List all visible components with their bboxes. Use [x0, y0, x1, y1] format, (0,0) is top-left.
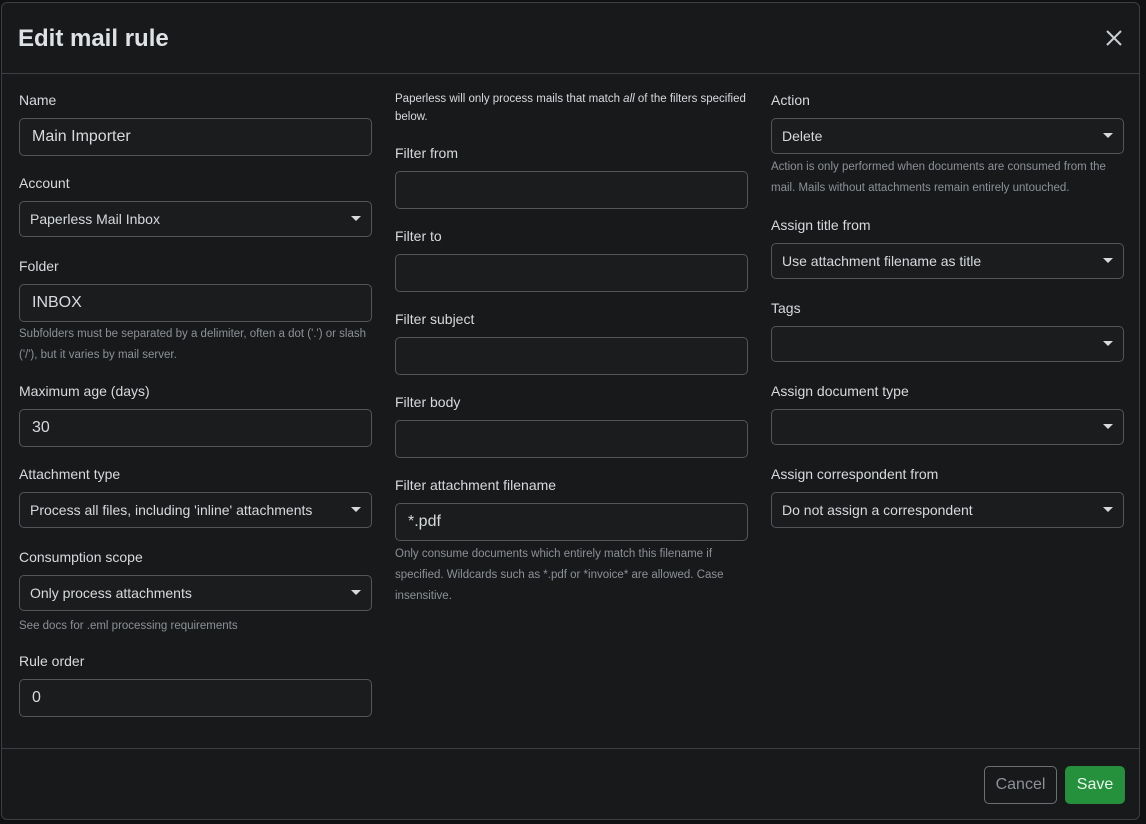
- maximum-age-input[interactable]: 30: [19, 409, 372, 447]
- folder-input[interactable]: INBOX: [19, 284, 372, 322]
- assign-document-type-label: Assign document type: [771, 383, 909, 399]
- chevron-down-icon: [351, 507, 361, 512]
- filter-subject-input[interactable]: [395, 337, 748, 375]
- edit-mail-rule-dialog: Edit mail rule Name Main Importer Accoun…: [1, 2, 1140, 820]
- account-select-value: Paperless Mail Inbox: [30, 211, 160, 227]
- filter-from-input[interactable]: [395, 171, 748, 209]
- chevron-down-icon: [1103, 258, 1113, 263]
- rule-order-input[interactable]: 0: [19, 679, 372, 717]
- modal-footer: Cancel Save: [2, 748, 1139, 819]
- assign-correspondent-from-label: Assign correspondent from: [771, 466, 939, 482]
- assign-document-type-select[interactable]: [771, 409, 1124, 445]
- filter-body-input[interactable]: [395, 420, 748, 458]
- filter-to-label: Filter to: [395, 228, 442, 244]
- filters-intro-emphasis: all: [623, 93, 635, 105]
- maximum-age-label: Maximum age (days): [19, 383, 150, 399]
- account-select[interactable]: Paperless Mail Inbox: [19, 201, 372, 237]
- rule-order-label: Rule order: [19, 653, 85, 669]
- filter-attachment-filename-input[interactable]: *.pdf: [395, 503, 748, 541]
- assign-title-from-select[interactable]: Use attachment filename as title: [771, 243, 1124, 279]
- chevron-down-icon: [351, 590, 361, 595]
- chevron-down-icon: [1103, 507, 1113, 512]
- consumption-scope-select-value: Only process attachments: [30, 585, 192, 601]
- assign-correspondent-from-select-value: Do not assign a correspondent: [782, 502, 973, 518]
- chevron-down-icon: [1103, 133, 1113, 138]
- folder-label: Folder: [19, 258, 59, 274]
- cancel-button[interactable]: Cancel: [984, 766, 1057, 804]
- attachment-type-label: Attachment type: [19, 466, 121, 482]
- filter-attachment-filename-help-text: Only consume documents which entirely ma…: [395, 548, 724, 602]
- chevron-down-icon: [1103, 424, 1113, 429]
- consumption-scope-help-text: See docs for .eml processing requirement…: [19, 620, 238, 632]
- consumption-scope-label: Consumption scope: [19, 549, 143, 565]
- close-button[interactable]: [1103, 27, 1125, 49]
- action-help-text: Action is only performed when documents …: [771, 161, 1106, 194]
- tags-select[interactable]: [771, 326, 1124, 362]
- filter-subject-label: Filter subject: [395, 311, 475, 327]
- action-label: Action: [771, 92, 810, 108]
- assign-title-from-select-value: Use attachment filename as title: [782, 253, 982, 269]
- chevron-down-icon: [1103, 341, 1113, 346]
- name-label: Name: [19, 92, 57, 108]
- modal-header: Edit mail rule: [2, 3, 1139, 74]
- tags-label: Tags: [771, 300, 801, 316]
- assign-correspondent-from-select[interactable]: Do not assign a correspondent: [771, 492, 1124, 528]
- chevron-down-icon: [351, 216, 361, 221]
- save-button[interactable]: Save: [1065, 766, 1125, 804]
- action-select[interactable]: Delete: [771, 118, 1124, 154]
- filter-from-label: Filter from: [395, 145, 458, 161]
- filters-intro-text: Paperless will only process mails that m…: [395, 90, 748, 126]
- filters-intro-before: Paperless will only process mails that m…: [395, 93, 624, 105]
- filter-to-input[interactable]: [395, 254, 748, 292]
- consumption-scope-select[interactable]: Only process attachments: [19, 575, 372, 611]
- attachment-type-select-value: Process all files, including 'inline' at…: [30, 502, 313, 518]
- account-label: Account: [19, 175, 70, 191]
- name-input[interactable]: Main Importer: [19, 118, 372, 156]
- filter-body-label: Filter body: [395, 394, 461, 410]
- action-select-value: Delete: [782, 128, 823, 144]
- assign-title-from-label: Assign title from: [771, 217, 871, 233]
- modal-title: Edit mail rule: [18, 25, 169, 52]
- close-icon: [1106, 30, 1122, 46]
- attachment-type-select[interactable]: Process all files, including 'inline' at…: [19, 492, 372, 528]
- folder-help-text: Subfolders must be separated by a delimi…: [19, 328, 367, 361]
- filter-attachment-filename-label: Filter attachment filename: [395, 477, 557, 493]
